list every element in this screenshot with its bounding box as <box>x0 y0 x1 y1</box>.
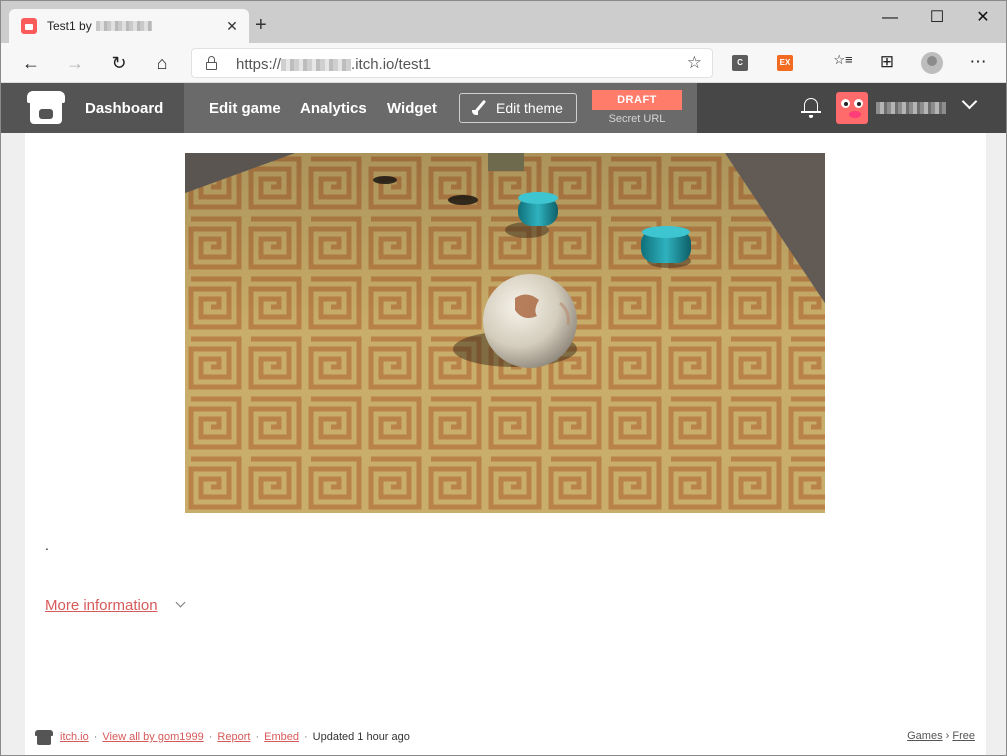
forward-button[interactable]: → <box>62 51 88 75</box>
paintbrush-icon <box>472 100 488 116</box>
user-avatar[interactable] <box>836 92 868 124</box>
footer-separator: · <box>303 731 308 743</box>
close-window-button[interactable]: ✕ <box>960 7 1006 29</box>
browser-tab[interactable]: Test1 by ✕ <box>9 9 249 43</box>
footer-separator: · <box>93 731 98 743</box>
game-page: . More information itch.io · View all by… <box>25 133 986 755</box>
page-background-right <box>986 133 1006 755</box>
minimize-button[interactable]: — <box>867 7 913 29</box>
extension-c-icon[interactable]: C <box>732 55 748 71</box>
more-menu-icon[interactable]: ⋯ <box>966 52 990 72</box>
maximize-button[interactable]: ☐ <box>914 7 960 29</box>
url-text: https://.itch.io/test1 <box>236 56 432 73</box>
tab-strip: Test1 by ✕ + — ☐ ✕ <box>1 1 1006 43</box>
footer-embed-link[interactable]: Embed <box>264 731 299 743</box>
edit-theme-button[interactable]: Edit theme <box>459 93 577 123</box>
footer-separator: · <box>255 731 260 743</box>
edit-game-link[interactable]: Edit game <box>209 100 281 117</box>
page-footer: itch.io · View all by gom1999 · Report ·… <box>35 727 975 747</box>
extension-ex-icon[interactable]: EX <box>777 55 793 71</box>
page-background-left <box>1 133 25 755</box>
itch-favicon-icon <box>21 18 37 34</box>
draft-badge: DRAFT <box>592 90 682 110</box>
notification-bell-icon[interactable] <box>801 97 821 119</box>
footer-updated-text: Updated 1 hour ago <box>312 731 410 743</box>
chevron-down-icon[interactable] <box>961 96 979 114</box>
footer-separator: · <box>208 731 213 743</box>
more-information-link[interactable]: More information <box>45 597 158 614</box>
tab-close-icon[interactable]: ✕ <box>223 17 241 35</box>
game-description: . <box>45 537 49 553</box>
game-screenshot-image <box>185 153 825 513</box>
favorites-icon[interactable]: ☆≡ <box>831 52 855 68</box>
itch-footer-logo-icon[interactable] <box>35 729 53 745</box>
browser-window: Test1 by ✕ + — ☐ ✕ ← → ↻ ⌂ https://.itch… <box>0 0 1007 756</box>
browser-toolbar: ← → ↻ ⌂ https://.itch.io/test1 ☆ C EX ☆≡… <box>1 43 1006 83</box>
dashboard-link[interactable]: Dashboard <box>85 100 163 117</box>
edit-theme-label: Edit theme <box>496 100 563 116</box>
footer-report-link[interactable]: Report <box>217 731 250 743</box>
footer-breadcrumb: Games › Free <box>907 730 975 742</box>
breadcrumb-separator: › <box>945 730 950 742</box>
widget-link[interactable]: Widget <box>387 100 437 117</box>
home-button[interactable]: ⌂ <box>149 51 175 75</box>
footer-free-link[interactable]: Free <box>952 730 975 742</box>
new-tab-button[interactable]: + <box>255 15 267 35</box>
back-button[interactable]: ← <box>18 51 44 75</box>
lock-icon <box>206 56 217 70</box>
footer-games-link[interactable]: Games <box>907 730 942 742</box>
username-redacted[interactable] <box>876 102 946 114</box>
chevron-down-icon[interactable] <box>176 599 186 609</box>
itch-header: Dashboard Edit game Analytics Widget Edi… <box>1 83 1006 133</box>
refresh-button[interactable]: ↻ <box>106 51 132 75</box>
profile-avatar-icon[interactable] <box>921 52 943 74</box>
collections-icon[interactable]: ⊞ <box>875 52 899 72</box>
analytics-link[interactable]: Analytics <box>300 100 367 117</box>
url-redacted <box>281 59 352 72</box>
itch-logo-icon[interactable] <box>27 91 65 125</box>
tab-title-redacted <box>95 21 152 31</box>
favorite-star-icon[interactable]: ☆ <box>687 53 702 73</box>
tab-title: Test1 by <box>47 19 92 33</box>
footer-view-all-link[interactable]: View all by gom1999 <box>102 731 203 743</box>
address-bar[interactable]: https://.itch.io/test1 ☆ <box>191 48 713 78</box>
footer-itchio-link[interactable]: itch.io <box>60 731 89 743</box>
game-screenshot[interactable] <box>185 153 825 513</box>
itch-header-left: Dashboard <box>1 83 184 133</box>
secret-url-link[interactable]: Secret URL <box>592 113 682 125</box>
